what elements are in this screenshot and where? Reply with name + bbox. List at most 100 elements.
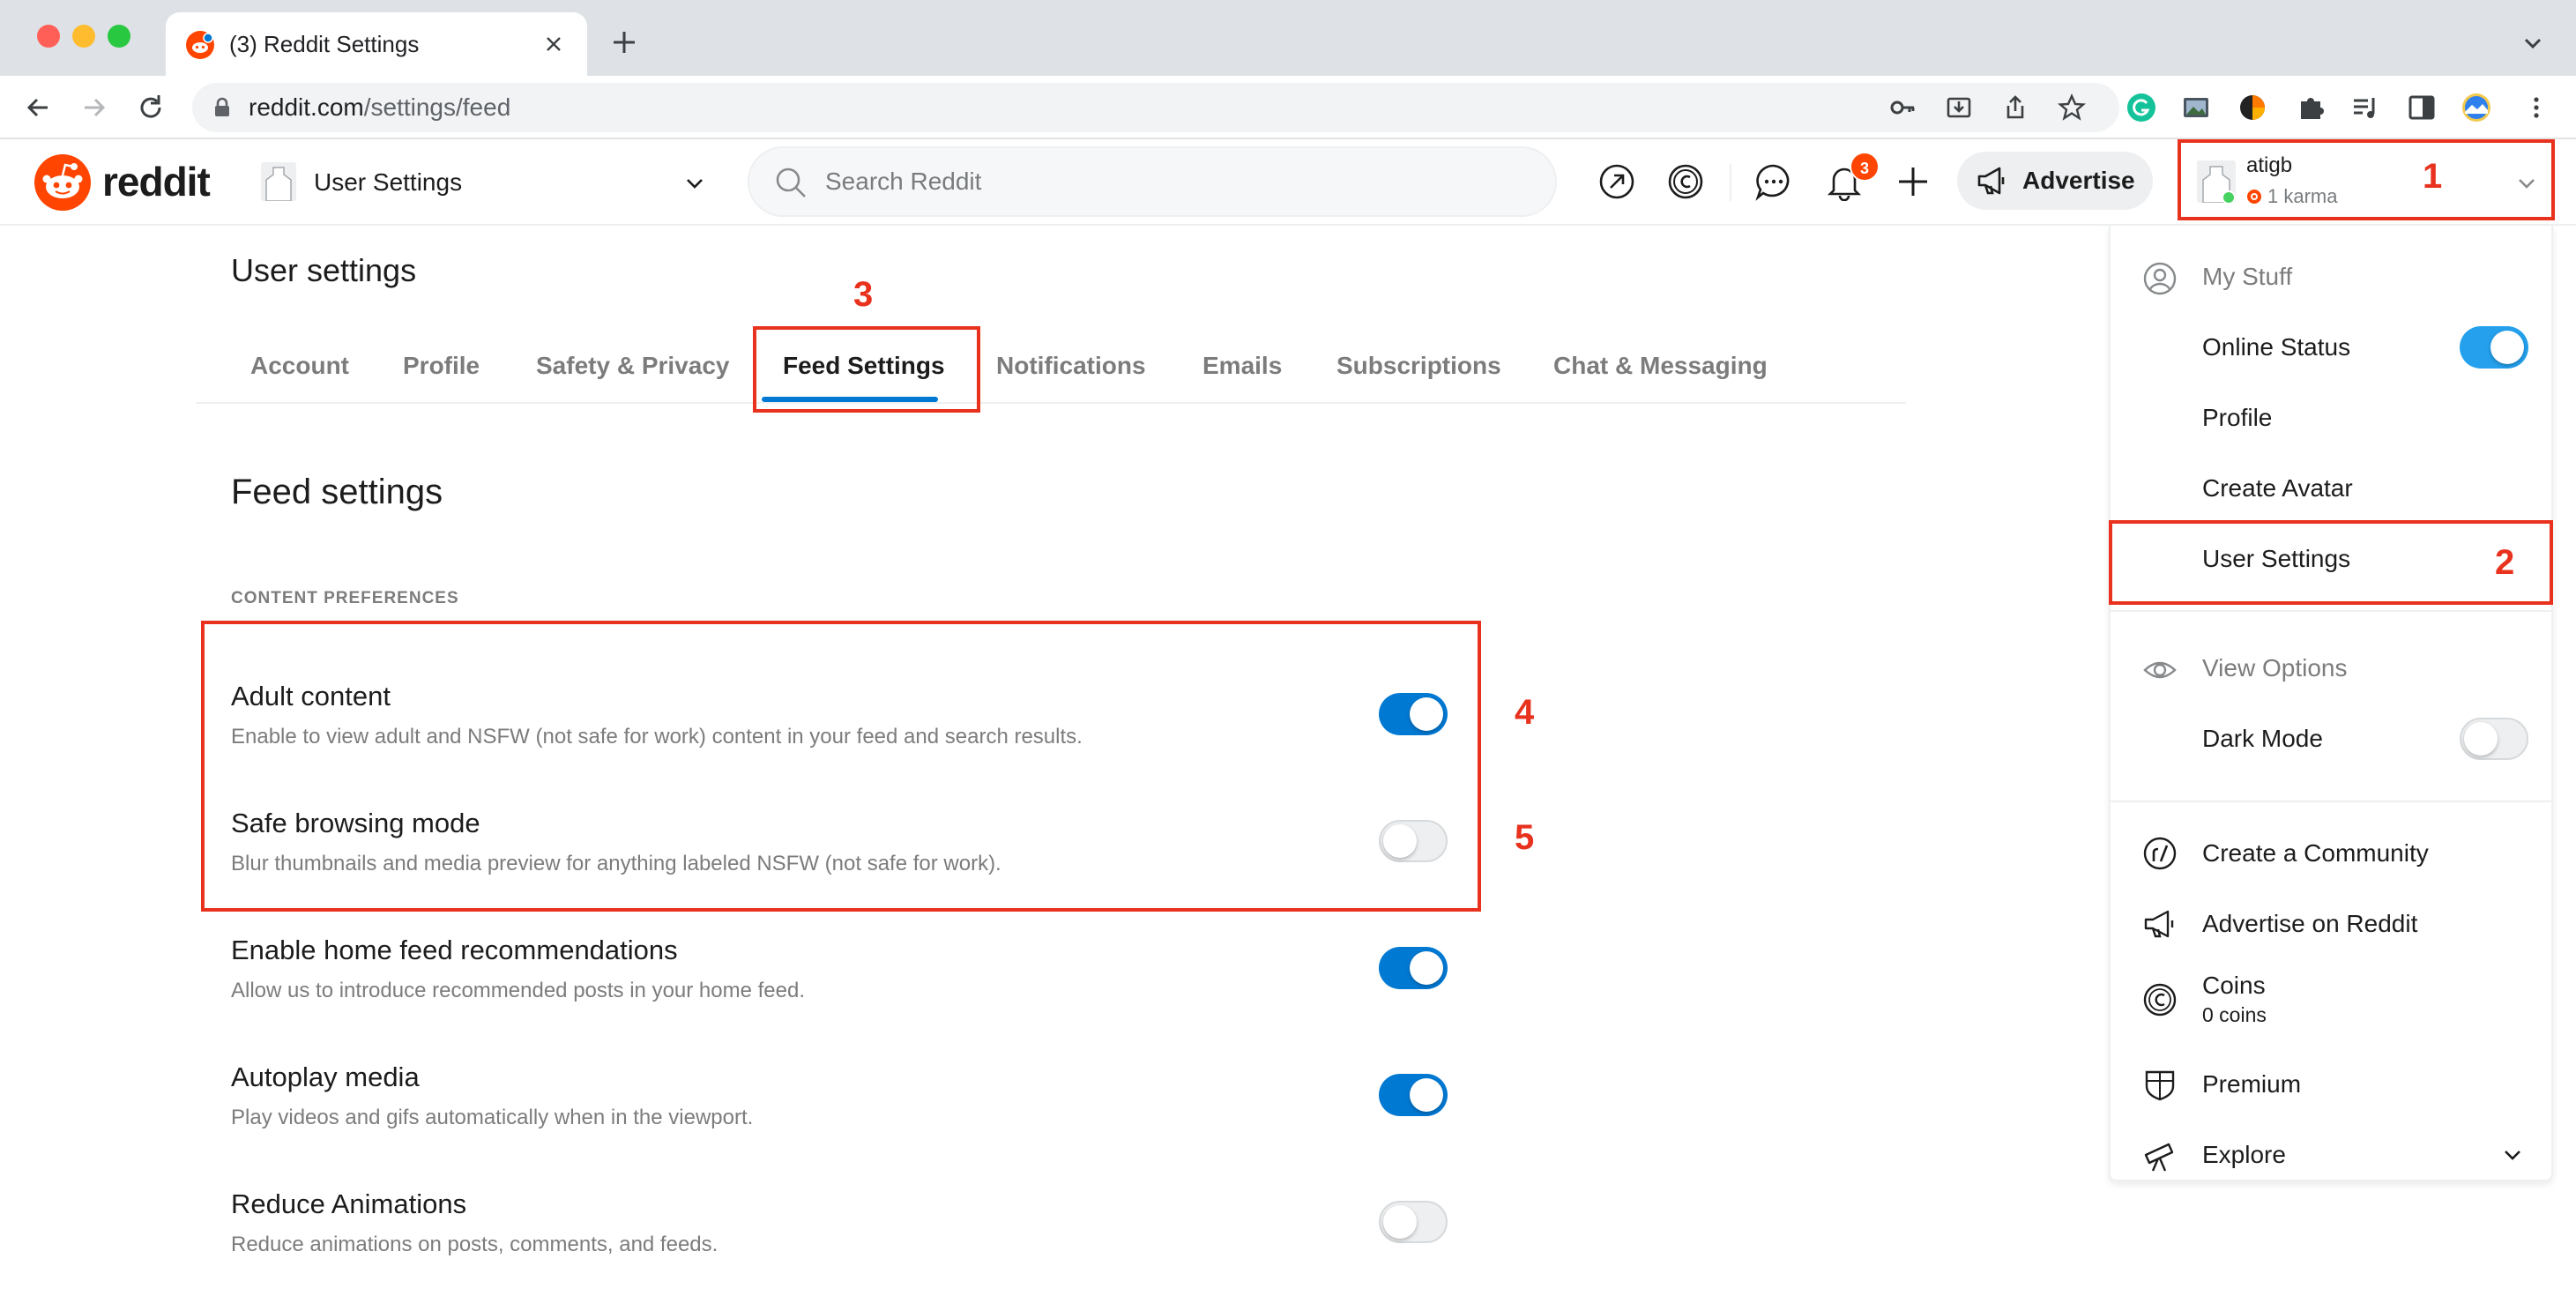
header-divider (1730, 164, 1731, 201)
reddit-snoo-logo-icon[interactable] (34, 153, 92, 212)
coins-icon[interactable] (1666, 162, 1705, 201)
tab-notifications[interactable]: Notifications (996, 331, 1146, 402)
menu-item-coins[interactable]: Coins 0 coins (2111, 959, 2551, 1044)
dark-mode-label: Dark Mode (2202, 725, 2323, 752)
setting-description: Reduce animations on posts, comments, an… (231, 1233, 718, 1256)
coins-label: Coins (2202, 972, 2266, 999)
toggle-knob (2464, 722, 2498, 756)
tab-emails[interactable]: Emails (1202, 331, 1282, 402)
key-icon[interactable] (1888, 93, 1917, 122)
coins-balance: 0 coins (2202, 1003, 2267, 1026)
view-options-section-header: View Options (2111, 633, 2551, 704)
menu-divider (2111, 801, 2551, 802)
annotation-number: 3 (853, 275, 874, 314)
profile-label: Profile (2202, 404, 2273, 431)
home-feed-recommendations-toggle[interactable] (1379, 947, 1448, 989)
toggle-knob (2490, 331, 2524, 364)
annotation-box-user-settings (2109, 520, 2553, 605)
toggle-knob (1410, 1078, 1443, 1112)
reading-list-icon[interactable] (2350, 93, 2380, 123)
toggle-knob (1410, 951, 1443, 985)
minimize-window-button[interactable] (72, 25, 95, 48)
search-bar[interactable] (748, 146, 1557, 217)
reduce-animations-toggle[interactable] (1379, 1201, 1448, 1243)
bookmark-star-icon[interactable] (2058, 93, 2086, 122)
url-text: reddit.com/settings/feed (249, 83, 510, 132)
reload-icon[interactable] (136, 93, 166, 123)
annotation-number: 5 (1515, 818, 1535, 857)
menu-item-create-community[interactable]: Create a Community (2111, 818, 2551, 889)
grammarly-extension-icon[interactable] (2126, 93, 2156, 123)
eye-icon (2142, 652, 2178, 688)
popular-arrow-icon[interactable] (1597, 162, 1636, 201)
chat-bubble-icon[interactable] (1754, 162, 1793, 201)
setting-title: Enable home feed recommendations (231, 935, 678, 965)
address-bar[interactable]: reddit.com/settings/feed (192, 83, 2119, 132)
profile-avatar-icon[interactable] (2461, 93, 2491, 123)
advertise-button[interactable]: Advertise (1957, 152, 2153, 210)
new-tab-plus-icon[interactable] (608, 26, 640, 58)
image-extension-icon[interactable] (2181, 93, 2211, 123)
tab-subscriptions[interactable]: Subscriptions (1336, 331, 1501, 402)
notification-count-badge: 3 (1850, 152, 1880, 182)
settings-tabs: Account Profile Safety & Privacy Feed Se… (196, 331, 1906, 404)
explore-label: Explore (2202, 1141, 2286, 1168)
autoplay-media-toggle[interactable] (1379, 1074, 1448, 1116)
create-post-plus-icon[interactable] (1894, 162, 1932, 201)
annotation-number: 2 (2495, 543, 2515, 582)
close-window-button[interactable] (37, 25, 60, 48)
telescope-icon (2142, 1137, 2178, 1173)
search-input[interactable] (825, 160, 1513, 203)
feed-settings-heading: Feed settings (231, 473, 443, 511)
install-app-icon[interactable] (1945, 93, 1973, 122)
my-stuff-section-header: My Stuff (2111, 242, 2551, 312)
menu-item-advertise-on-reddit[interactable]: Advertise on Reddit (2111, 889, 2551, 959)
lock-icon[interactable] (210, 95, 235, 120)
url-path: /settings/feed (363, 93, 511, 121)
menu-item-online-status[interactable]: Online Status (2111, 312, 2551, 383)
create-community-label: Create a Community (2202, 839, 2429, 867)
side-panel-icon[interactable] (2407, 93, 2437, 123)
menu-item-create-avatar[interactable]: Create Avatar (2111, 453, 2551, 524)
dark-mode-toggle[interactable] (2460, 718, 2528, 760)
back-arrow-icon[interactable] (23, 93, 53, 123)
extensions-puzzle-icon[interactable] (2296, 93, 2326, 123)
menu-divider (2111, 610, 2551, 612)
advertise-on-reddit-label: Advertise on Reddit (2202, 910, 2418, 937)
browser-tab[interactable]: (3) Reddit Settings (166, 12, 587, 76)
coins-icon (2142, 982, 2178, 1017)
community-dropdown[interactable]: User Settings (257, 153, 707, 212)
tab-chat-messaging[interactable]: Chat & Messaging (1553, 331, 1768, 402)
close-tab-icon[interactable] (543, 34, 564, 55)
user-circle-icon (2142, 261, 2178, 296)
online-status-label: Online Status (2202, 333, 2351, 361)
browser-toolbar: reddit.com/settings/feed (0, 76, 2576, 139)
url-host: reddit.com (249, 93, 364, 121)
reddit-favicon-icon (185, 30, 215, 60)
tab-account[interactable]: Account (250, 331, 349, 402)
reddit-wordmark[interactable]: reddit (102, 155, 211, 208)
maximize-window-button[interactable] (108, 25, 130, 48)
user-dropdown-menu: My Stuff Online Status Profile Create Av… (2109, 226, 2553, 1181)
setting-description: Allow us to introduce recommended posts … (231, 979, 806, 1002)
tab-title: (3) Reddit Settings (229, 31, 420, 57)
annotation-box-feed-settings-tab (753, 326, 980, 413)
tab-profile[interactable]: Profile (403, 331, 480, 402)
premium-shield-icon (2142, 1067, 2178, 1102)
color-extension-icon[interactable] (2237, 93, 2267, 123)
my-stuff-label: My Stuff (2202, 263, 2293, 290)
annotation-box-content-preferences (201, 621, 1481, 912)
share-icon[interactable] (2001, 93, 2029, 122)
setting-description: Play videos and gifs automatically when … (231, 1106, 754, 1129)
menu-item-profile[interactable]: Profile (2111, 383, 2551, 453)
view-options-label: View Options (2202, 654, 2348, 682)
online-status-toggle[interactable] (2460, 326, 2528, 369)
menu-item-premium[interactable]: Premium (2111, 1049, 2551, 1120)
tab-search-chevron-icon[interactable] (2520, 30, 2546, 56)
menu-item-dark-mode[interactable]: Dark Mode (2111, 704, 2551, 774)
menu-item-explore[interactable]: Explore (2111, 1120, 2551, 1180)
browser-menu-icon[interactable] (2521, 93, 2551, 123)
chevron-down-icon (2500, 1143, 2525, 1167)
forward-arrow-icon[interactable] (79, 93, 109, 123)
tab-safety-privacy[interactable]: Safety & Privacy (536, 331, 729, 402)
